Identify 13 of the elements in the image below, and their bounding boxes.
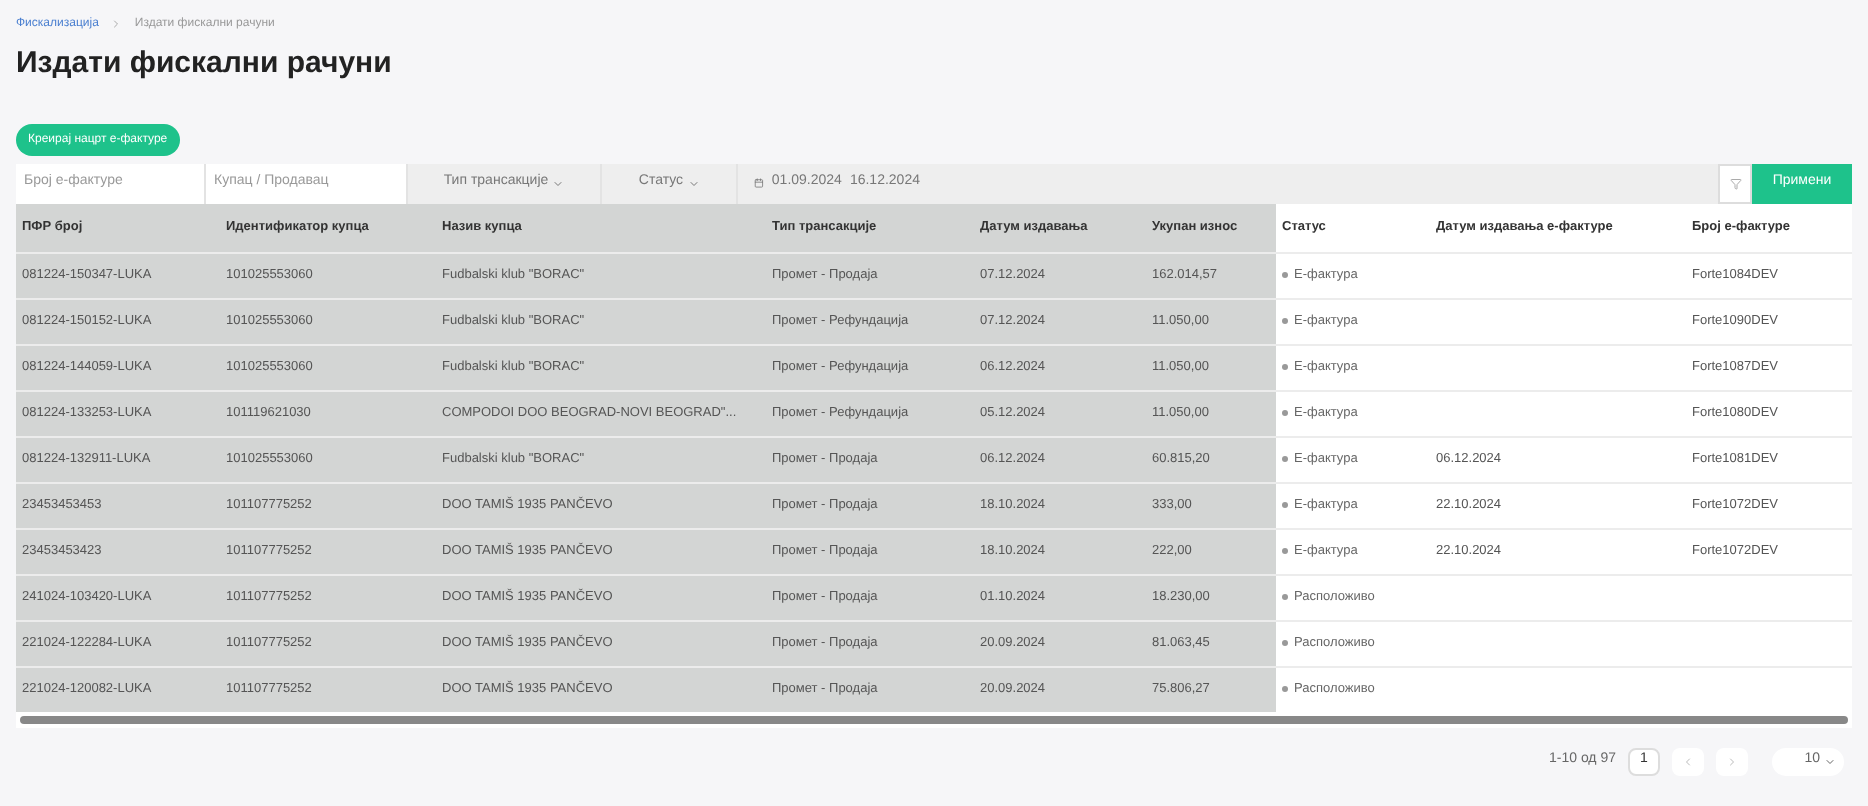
chevron-left-icon — [1682, 755, 1694, 767]
chevron-icon — [110, 18, 123, 30]
horizontal-scrollbar[interactable] — [20, 715, 1848, 723]
chevron-right-icon — [1726, 755, 1738, 767]
chevron-down-icon — [552, 177, 565, 189]
previous-page-button[interactable] — [1672, 747, 1704, 775]
filter-button[interactable] — [1718, 163, 1752, 203]
page-title: Издати фискални рачуни — [16, 44, 394, 84]
calendar-icon — [754, 176, 764, 190]
next-page-button[interactable] — [1716, 747, 1748, 775]
chevron-down-icon — [687, 177, 700, 189]
filter-icon — [1729, 177, 1741, 189]
chevron-down-icon — [1824, 755, 1836, 767]
